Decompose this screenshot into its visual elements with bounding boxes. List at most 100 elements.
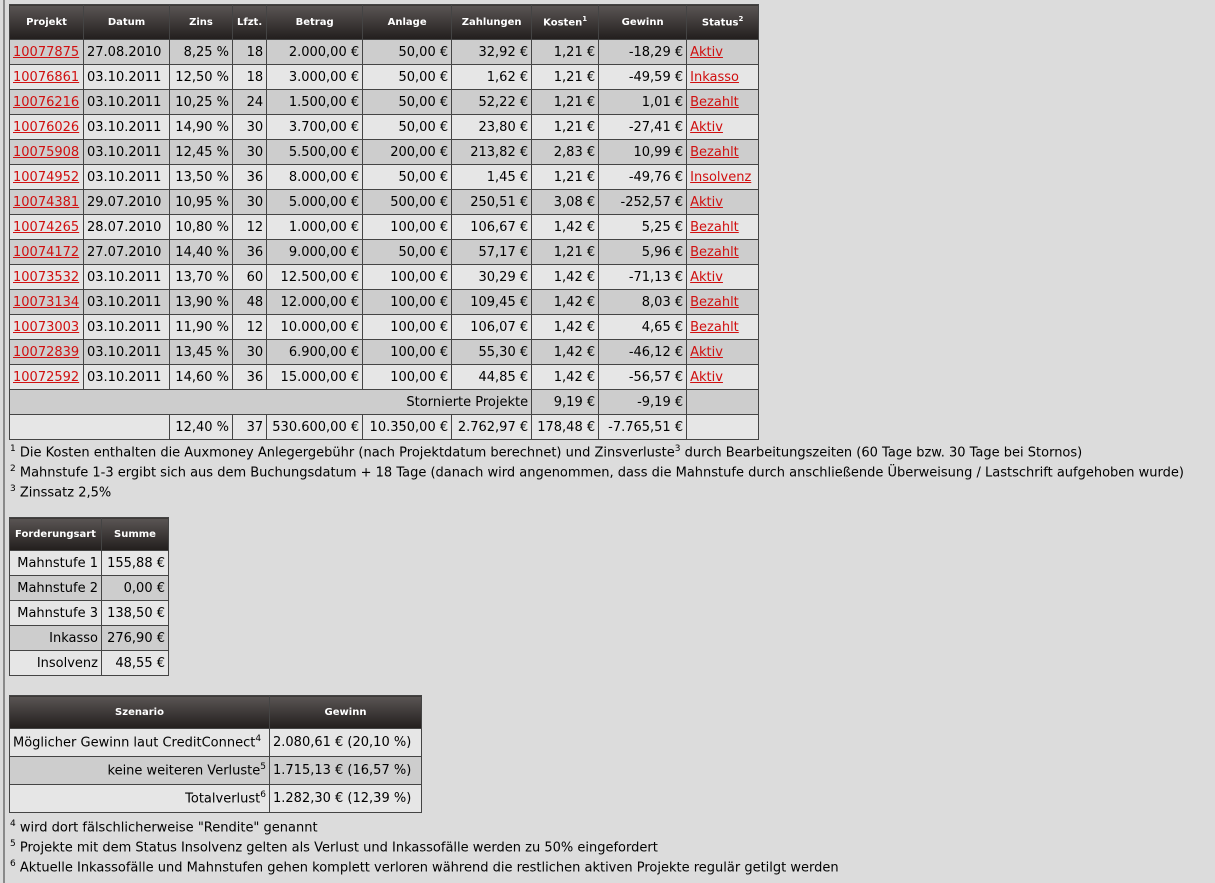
kosten-cell: 1,21 € bbox=[531, 89, 600, 115]
header-betrag[interactable]: Betrag bbox=[266, 4, 364, 40]
lfzt-cell: 60 bbox=[231, 264, 268, 290]
header-szenario-gewinn[interactable]: Gewinn bbox=[269, 695, 422, 729]
header-lfzt[interactable]: Lfzt. bbox=[231, 4, 268, 40]
project-id-cell: 10072839 bbox=[9, 339, 84, 365]
footnote-3: 3 Zinssatz 2,5% bbox=[10, 480, 111, 502]
zahlungen-cell: 55,30 € bbox=[451, 339, 533, 365]
project-id-link[interactable]: 10074172 bbox=[13, 245, 79, 260]
betrag-cell: 12.500,00 € bbox=[266, 264, 364, 290]
footnote-2-sup: 2 bbox=[10, 464, 16, 474]
status-link[interactable]: Aktiv bbox=[690, 120, 723, 135]
header-status[interactable]: Status2 bbox=[686, 4, 760, 40]
zins-cell: 13,50 % bbox=[169, 164, 233, 190]
status-link[interactable]: Bezahlt bbox=[690, 295, 739, 310]
project-id-cell: 10075908 bbox=[9, 139, 84, 165]
header-gewinn[interactable]: Gewinn bbox=[598, 4, 688, 40]
table-row: Mahnstufe 1 155,88 € bbox=[9, 550, 169, 576]
project-id-cell: 10073003 bbox=[9, 314, 84, 340]
status-link[interactable]: Aktiv bbox=[690, 45, 723, 60]
footnote-4: 4 wird dort fälschlicherweise "Rendite" … bbox=[10, 815, 318, 837]
status-link[interactable]: Inkasso bbox=[690, 70, 739, 85]
storniert-gewinn-cell: -9,19 € bbox=[598, 389, 688, 415]
project-id-link[interactable]: 10074265 bbox=[13, 220, 79, 235]
gewinn-cell: -56,57 € bbox=[598, 364, 688, 390]
header-kosten[interactable]: Kosten1 bbox=[531, 4, 600, 40]
footnote-4-sup: 4 bbox=[10, 819, 16, 829]
header-projekt[interactable]: Projekt bbox=[9, 4, 84, 40]
zahlungen-cell: 1,62 € bbox=[451, 64, 533, 90]
summe-cell: 48,55 € bbox=[101, 650, 169, 676]
project-id-link[interactable]: 10073134 bbox=[13, 295, 79, 310]
lfzt-cell: 36 bbox=[231, 364, 268, 390]
anlage-cell: 50,00 € bbox=[362, 114, 453, 140]
project-id-link[interactable]: 10076861 bbox=[13, 70, 79, 85]
project-id-link[interactable]: 10074381 bbox=[13, 195, 79, 210]
header-datum[interactable]: Datum bbox=[83, 4, 170, 40]
anlage-cell: 100,00 € bbox=[362, 214, 453, 240]
header-status-sup: 2 bbox=[738, 15, 744, 24]
datum-cell: 03.10.2011 bbox=[83, 64, 170, 90]
betrag-cell: 10.000,00 € bbox=[266, 314, 364, 340]
zins-cell: 13,90 % bbox=[169, 289, 233, 315]
szenario-label-sup: 6 bbox=[260, 790, 266, 801]
zahlungen-cell: 109,45 € bbox=[451, 289, 533, 315]
status-link[interactable]: Bezahlt bbox=[690, 220, 739, 235]
zins-cell: 10,25 % bbox=[169, 89, 233, 115]
footnote-2-text: Mahnstufe 1-3 ergibt sich aus dem Buchun… bbox=[19, 465, 1184, 481]
szenario-label-cell: Totalverlust6 bbox=[9, 784, 270, 813]
projects-header-row: Projekt Datum Zins Lfzt. Betrag Anlage Z… bbox=[9, 4, 760, 40]
total-kosten-cell: 178,48 € bbox=[531, 414, 600, 440]
szenario-table: Szenario Gewinn Möglicher Gewinn laut Cr… bbox=[9, 695, 422, 813]
project-id-link[interactable]: 10072839 bbox=[13, 345, 79, 360]
datum-cell: 03.10.2011 bbox=[83, 164, 170, 190]
project-id-link[interactable]: 10073003 bbox=[13, 320, 79, 335]
gewinn-cell: -49,59 € bbox=[598, 64, 688, 90]
header-zins[interactable]: Zins bbox=[169, 4, 233, 40]
status-link[interactable]: Bezahlt bbox=[690, 320, 739, 335]
betrag-cell: 1.500,00 € bbox=[266, 89, 364, 115]
status-link[interactable]: Bezahlt bbox=[690, 95, 739, 110]
status-cell: Bezahlt bbox=[686, 314, 760, 340]
kosten-cell: 2,83 € bbox=[531, 139, 600, 165]
gewinn-cell: 8,03 € bbox=[598, 289, 688, 315]
status-link[interactable]: Aktiv bbox=[690, 195, 723, 210]
betrag-cell: 15.000,00 € bbox=[266, 364, 364, 390]
storniert-status-cell bbox=[686, 389, 760, 415]
kosten-cell: 1,42 € bbox=[531, 214, 600, 240]
header-anlage[interactable]: Anlage bbox=[362, 4, 453, 40]
total-anlage-cell: 10.350,00 € bbox=[362, 414, 453, 440]
table-row: Insolvenz 48,55 € bbox=[9, 650, 169, 676]
project-id-link[interactable]: 10074952 bbox=[13, 170, 79, 185]
forderungsart-cell: Mahnstufe 2 bbox=[9, 575, 102, 601]
project-id-link[interactable]: 10077875 bbox=[13, 45, 79, 60]
header-szenario[interactable]: Szenario bbox=[9, 695, 270, 729]
anlage-cell: 100,00 € bbox=[362, 289, 453, 315]
szenario-label: Totalverlust bbox=[185, 791, 261, 807]
anlage-cell: 50,00 € bbox=[362, 164, 453, 190]
betrag-cell: 1.000,00 € bbox=[266, 214, 364, 240]
szenario-label-sup: 5 bbox=[260, 762, 266, 773]
status-cell: Aktiv bbox=[686, 264, 760, 290]
header-summe[interactable]: Summe bbox=[101, 517, 169, 551]
zahlungen-cell: 30,29 € bbox=[451, 264, 533, 290]
project-id-link[interactable]: 10073532 bbox=[13, 270, 79, 285]
status-link[interactable]: Insolvenz bbox=[690, 170, 751, 185]
anlage-cell: 100,00 € bbox=[362, 264, 453, 290]
header-zahlungen[interactable]: Zahlungen bbox=[451, 4, 533, 40]
project-id-cell: 10074952 bbox=[9, 164, 84, 190]
project-id-link[interactable]: 10075908 bbox=[13, 145, 79, 160]
project-id-link[interactable]: 10076026 bbox=[13, 120, 79, 135]
kosten-cell: 1,21 € bbox=[531, 239, 600, 265]
project-id-link[interactable]: 10072592 bbox=[13, 370, 79, 385]
status-link[interactable]: Aktiv bbox=[690, 370, 723, 385]
status-link[interactable]: Aktiv bbox=[690, 345, 723, 360]
status-link[interactable]: Bezahlt bbox=[690, 245, 739, 260]
project-id-cell: 10076861 bbox=[9, 64, 84, 90]
gewinn-cell: 5,96 € bbox=[598, 239, 688, 265]
status-link[interactable]: Bezahlt bbox=[690, 145, 739, 160]
header-forderungsart[interactable]: Forderungsart bbox=[9, 517, 102, 551]
project-id-link[interactable]: 10076216 bbox=[13, 95, 79, 110]
status-link[interactable]: Aktiv bbox=[690, 270, 723, 285]
footnote-5-sup: 5 bbox=[10, 839, 16, 849]
status-cell: Aktiv bbox=[686, 339, 760, 365]
